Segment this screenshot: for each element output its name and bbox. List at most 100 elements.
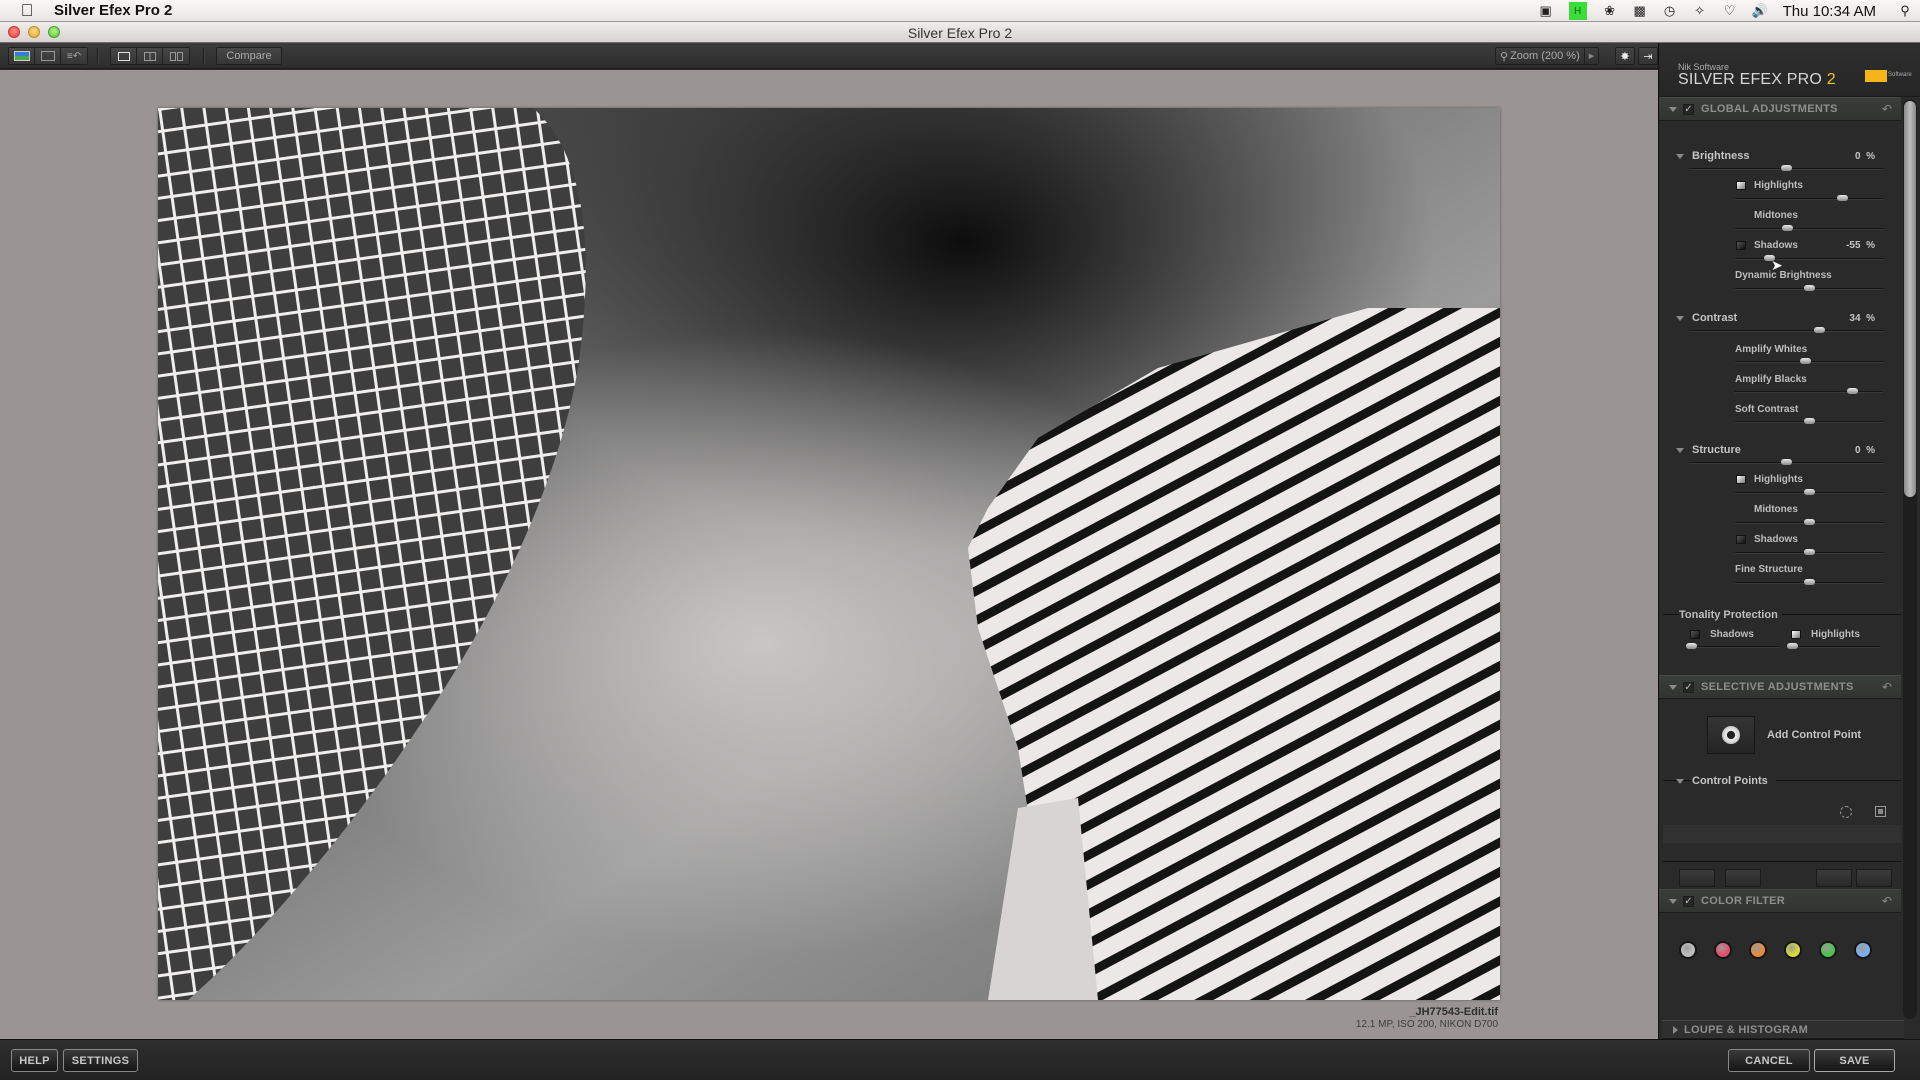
list-control-points-button[interactable]: [1856, 869, 1892, 887]
contrast-value: 34 %: [1815, 313, 1875, 324]
slider-knob[interactable]: [1804, 418, 1815, 424]
reset-control-point-button[interactable]: [1816, 869, 1852, 887]
slider-knob[interactable]: [1787, 643, 1798, 649]
file-metadata: 12.1 MP, ISO 200, NIKON D700: [1355, 1019, 1498, 1030]
soft-contrast-slider[interactable]: [1735, 418, 1883, 424]
selective-adjustments-checkbox[interactable]: ✓: [1683, 681, 1694, 693]
loupe-histogram-header[interactable]: LOUPE & HISTOGRAM: [1662, 1020, 1904, 1039]
background-brightness-button[interactable]: ✸: [1615, 47, 1635, 65]
app-menu[interactable]: Silver Efex Pro 2: [54, 2, 172, 19]
slider-knob[interactable]: [1804, 549, 1815, 555]
shadows-swatch-icon: [1736, 535, 1746, 544]
slider-knob[interactable]: [1804, 519, 1815, 525]
add-control-point-label[interactable]: Add Control Point: [1767, 729, 1861, 741]
side-by-side-view-button[interactable]: [163, 48, 189, 64]
structure-slider[interactable]: [1689, 459, 1883, 465]
collapse-arrow-icon[interactable]: [1669, 684, 1677, 690]
help-button[interactable]: HELP: [11, 1049, 58, 1072]
slider-knob[interactable]: [1804, 285, 1815, 291]
amplify-whites-slider[interactable]: [1735, 358, 1883, 364]
image-canvas[interactable]: _JH77543-Edit.tif 12.1 MP, ISO 200, NIKO…: [0, 70, 1658, 1039]
spotlight-icon[interactable]: ⚲: [1890, 0, 1920, 22]
cancel-button[interactable]: CANCEL: [1728, 1049, 1810, 1072]
brightness-collapse-icon[interactable]: [1676, 154, 1684, 159]
global-adjustments-header[interactable]: ✓ GLOBAL ADJUSTMENTS ↶: [1659, 97, 1901, 121]
apple-menu-icon[interactable]: : [18, 1, 36, 20]
color-filter-swatch[interactable]: [1856, 943, 1870, 957]
collapse-arrow-icon[interactable]: [1669, 898, 1677, 904]
control-points-list[interactable]: [1663, 825, 1901, 843]
color-filter-checkbox[interactable]: ✓: [1683, 895, 1694, 907]
color-filter-swatch[interactable]: [1751, 943, 1765, 957]
dynamic-brightness-slider[interactable]: [1735, 285, 1883, 291]
zoom-control[interactable]: ⚲ Zoom (200 %) ▶: [1495, 47, 1599, 65]
fine-structure-slider[interactable]: [1735, 579, 1883, 585]
clock[interactable]: Thu 10:34 AM: [1783, 3, 1876, 20]
color-filter-swatch[interactable]: [1681, 943, 1695, 957]
wifi-icon[interactable]: ♡: [1715, 0, 1745, 22]
show-mask-icon[interactable]: [1875, 806, 1886, 817]
structure-midtones-slider[interactable]: [1735, 519, 1883, 525]
structure-collapse-icon[interactable]: [1676, 448, 1684, 453]
group-control-points-icon[interactable]: [1840, 806, 1852, 818]
hyperdock-icon[interactable]: H: [1568, 2, 1587, 20]
delete-control-point-button[interactable]: [1725, 869, 1761, 887]
fine-structure-label: Fine Structure: [1735, 564, 1803, 575]
slider-knob[interactable]: [1799, 358, 1811, 364]
panel-scrollbar[interactable]: [1903, 99, 1917, 1019]
color-filter-header[interactable]: ✓ COLOR FILTER ↶: [1659, 889, 1901, 913]
scrollbar-thumb[interactable]: [1904, 101, 1916, 497]
color-filter-swatch[interactable]: [1716, 943, 1730, 957]
contrast-slider[interactable]: [1689, 327, 1883, 333]
slider-knob[interactable]: [1836, 195, 1848, 201]
video-camera-icon[interactable]: ▣: [1531, 0, 1561, 22]
volume-icon[interactable]: 🔊: [1745, 0, 1775, 22]
reset-icon[interactable]: ↶: [1882, 894, 1892, 908]
display-icon[interactable]: ▩: [1625, 0, 1655, 22]
slider-knob[interactable]: [1686, 643, 1697, 649]
settings-button[interactable]: SETTINGS: [63, 1049, 138, 1072]
split-view-button[interactable]: [137, 48, 163, 64]
brightness-slider[interactable]: [1689, 165, 1883, 171]
compare-button[interactable]: Compare: [216, 47, 282, 65]
zoom-dropdown-arrow-icon[interactable]: ▶: [1584, 48, 1598, 64]
slider-knob[interactable]: [1781, 225, 1793, 231]
selective-adjustments-header[interactable]: ✓ SELECTIVE ADJUSTMENTS ↶: [1659, 675, 1901, 699]
brightness-highlights-slider[interactable]: [1735, 195, 1883, 201]
time-machine-icon[interactable]: ◷: [1655, 0, 1685, 22]
toolbar-divider: [203, 48, 204, 64]
contrast-collapse-icon[interactable]: [1676, 316, 1684, 321]
slider-knob[interactable]: [1781, 165, 1792, 171]
expand-arrow-icon[interactable]: [1673, 1025, 1678, 1034]
tonality-highlights-slider[interactable]: [1787, 643, 1880, 649]
slider-knob[interactable]: [1813, 327, 1825, 333]
bluetooth-icon[interactable]: ✧: [1685, 0, 1715, 22]
color-filter-swatch[interactable]: [1786, 943, 1800, 957]
structure-highlights-slider[interactable]: [1735, 489, 1883, 495]
slider-knob[interactable]: [1804, 489, 1815, 495]
tweetbot-icon[interactable]: ❀: [1595, 0, 1625, 22]
reset-icon[interactable]: ↶: [1882, 102, 1892, 116]
photo-preview[interactable]: [158, 108, 1500, 1000]
collapse-arrow-icon[interactable]: [1669, 106, 1677, 112]
browser-view-button[interactable]: [35, 48, 61, 64]
color-filter-swatch[interactable]: [1821, 943, 1835, 957]
duplicate-control-point-button[interactable]: [1679, 869, 1715, 887]
add-control-point-button[interactable]: [1707, 716, 1755, 754]
slider-knob[interactable]: [1846, 388, 1858, 394]
history-view-button[interactable]: ≡↶: [61, 48, 87, 64]
single-view-button[interactable]: [111, 48, 137, 64]
control-points-collapse-icon[interactable]: [1676, 779, 1684, 784]
structure-shadows-slider[interactable]: [1735, 549, 1883, 555]
presets-view-button[interactable]: [9, 48, 35, 64]
reset-icon[interactable]: ↶: [1882, 680, 1892, 694]
save-button[interactable]: SAVE: [1814, 1049, 1895, 1072]
brightness-shadows-slider[interactable]: [1735, 255, 1883, 261]
slider-knob[interactable]: [1781, 459, 1792, 465]
tonality-shadows-slider[interactable]: [1686, 643, 1779, 649]
slider-knob[interactable]: [1804, 579, 1815, 585]
hide-panel-button[interactable]: ⇥: [1638, 47, 1658, 65]
brightness-midtones-slider[interactable]: [1735, 225, 1883, 231]
global-adjustments-checkbox[interactable]: ✓: [1683, 103, 1694, 115]
amplify-blacks-slider[interactable]: [1735, 388, 1883, 394]
